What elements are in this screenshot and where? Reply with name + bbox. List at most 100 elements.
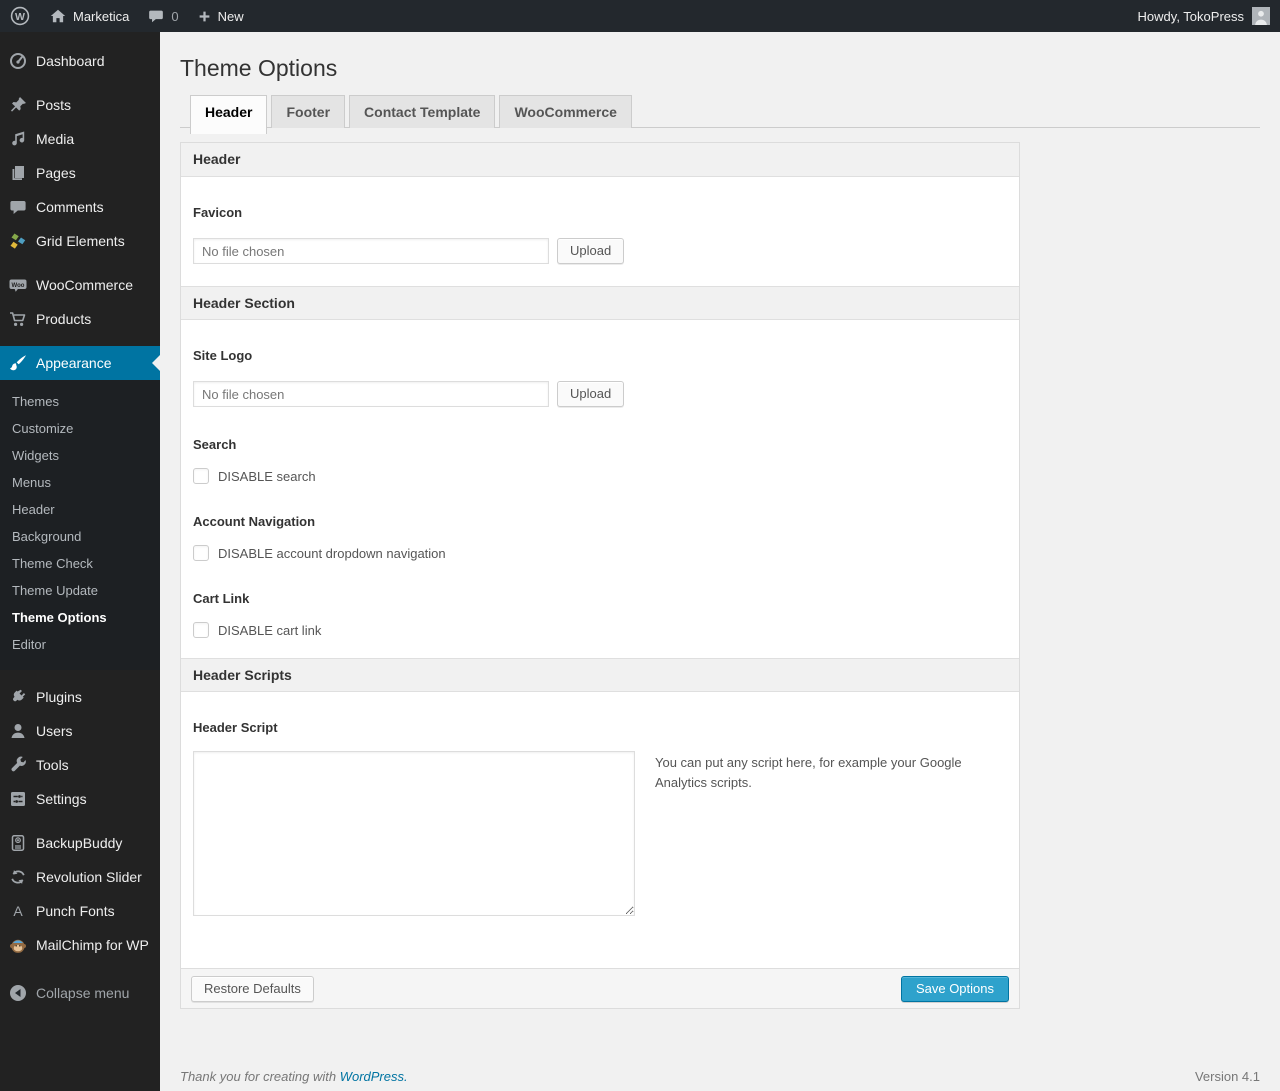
sidebar-item-label: Grid Elements <box>36 233 125 249</box>
sidebar-item-backupbuddy[interactable]: BackupBuddy <box>0 826 160 860</box>
account-menu[interactable]: Howdy, TokoPress <box>1138 7 1280 25</box>
avatar <box>1252 7 1270 25</box>
new-label: New <box>217 8 244 24</box>
submenu-item-customize[interactable]: Customize <box>0 415 160 442</box>
restore-defaults-button[interactable]: Restore Defaults <box>191 975 314 1002</box>
sidebar-item-label: Settings <box>36 791 87 807</box>
submenu-item-themes[interactable]: Themes <box>0 388 160 415</box>
sidebar-item-label: Pages <box>36 165 76 181</box>
sidebar-item-products[interactable]: Products <box>0 302 160 336</box>
sidebar-item-posts[interactable]: Posts <box>0 88 160 122</box>
tab-woocommerce[interactable]: WooCommerce <box>499 95 632 128</box>
header-script-row: You can put any script here, for example… <box>193 751 1007 916</box>
footer-thanks: Thank you for creating with WordPress. <box>180 1069 408 1084</box>
submenu-item-widgets[interactable]: Widgets <box>0 442 160 469</box>
admin-footer: Thank you for creating with WordPress. V… <box>180 1069 1260 1084</box>
svg-text:W: W <box>15 11 25 23</box>
sidebar-item-label: Products <box>36 311 92 327</box>
sidebar-item-media[interactable]: Media <box>0 122 160 156</box>
cart-icon <box>8 309 28 329</box>
refresh-icon <box>8 867 28 887</box>
new-menu[interactable]: New <box>188 0 253 32</box>
tab-header[interactable]: Header <box>190 95 268 134</box>
submenu-item-menus[interactable]: Menus <box>0 469 160 496</box>
sidebar-item-label: Users <box>36 723 73 739</box>
mailchimp-monkey-icon <box>8 935 28 955</box>
sidebar-item-appearance[interactable]: Appearance <box>0 346 160 380</box>
sidebar-item-label: Tools <box>36 757 69 773</box>
collapse-arrow-icon <box>8 983 28 1003</box>
backup-drive-icon <box>8 833 28 853</box>
submenu-item-theme-options[interactable]: Theme Options <box>0 604 160 631</box>
admin-sidebar: Dashboard Posts Media Pages Comments Gri… <box>0 32 160 1091</box>
sidebar-item-label: WooCommerce <box>36 277 133 293</box>
favicon-upload-button[interactable]: Upload <box>557 238 625 264</box>
sidebar-item-plugins[interactable]: Plugins <box>0 680 160 714</box>
admin-bar: W Marketica 0 New Howdy, TokoPress <box>0 0 1280 32</box>
sidebar-item-label: Appearance <box>36 355 112 371</box>
tab-footer[interactable]: Footer <box>271 95 346 128</box>
home-icon <box>49 7 67 25</box>
sidebar-item-tools[interactable]: Tools <box>0 748 160 782</box>
page-title: Theme Options <box>180 55 338 81</box>
appearance-submenu: Themes Customize Widgets Menus Header Ba… <box>0 380 160 670</box>
favicon-label: Favicon <box>193 205 243 220</box>
plug-icon <box>8 687 28 707</box>
sidebar-item-grid-elements[interactable]: Grid Elements <box>0 224 160 258</box>
panel-footer: Restore Defaults Save Options <box>181 968 1019 1008</box>
submenu-item-theme-update[interactable]: Theme Update <box>0 577 160 604</box>
collapse-menu-label: Collapse menu <box>36 985 130 1001</box>
sidebar-item-revolution-slider[interactable]: Revolution Slider <box>0 860 160 894</box>
sidebar-item-label: Dashboard <box>36 53 105 69</box>
user-icon <box>8 721 28 741</box>
header-script-label: Header Script <box>193 720 278 735</box>
cart-link-label: Cart Link <box>193 591 250 606</box>
disable-account-nav-checkbox[interactable] <box>193 545 209 561</box>
sidebar-item-label: Plugins <box>36 689 82 705</box>
wordpress-link[interactable]: WordPress. <box>340 1069 408 1084</box>
main-content: Theme Options Header Footer Contact Temp… <box>160 0 1280 1084</box>
header-script-textarea[interactable] <box>193 751 635 916</box>
submenu-item-header[interactable]: Header <box>0 496 160 523</box>
submenu-item-theme-check[interactable]: Theme Check <box>0 550 160 577</box>
favicon-file-input[interactable] <box>193 238 549 264</box>
plus-icon <box>197 9 212 24</box>
sidebar-item-mailchimp[interactable]: MailChimp for WP <box>0 928 160 962</box>
disable-search-checkbox[interactable] <box>193 468 209 484</box>
tab-bar: Header Footer Contact Template WooCommer… <box>180 95 1260 134</box>
theme-options-panel: Header Favicon Upload Header Section Sit… <box>180 142 1020 1009</box>
sidebar-item-label: Comments <box>36 199 104 215</box>
sidebar-item-comments[interactable]: Comments <box>0 190 160 224</box>
comments-icon <box>8 197 28 217</box>
svg-text:A: A <box>13 903 23 919</box>
account-navigation-checkbox-row: DISABLE account dropdown navigation <box>193 545 1007 561</box>
paintbrush-icon <box>8 353 28 373</box>
site-logo-label: Site Logo <box>193 348 253 363</box>
comments-menu[interactable]: 0 <box>138 0 187 32</box>
disable-search-label: DISABLE search <box>218 468 316 484</box>
howdy-text: Howdy, TokoPress <box>1137 8 1244 24</box>
disable-cart-link-checkbox[interactable] <box>193 622 209 638</box>
submenu-item-editor[interactable]: Editor <box>0 631 160 658</box>
tab-contact-template[interactable]: Contact Template <box>349 95 496 128</box>
site-logo-file-input[interactable] <box>193 381 549 407</box>
sidebar-item-users[interactable]: Users <box>0 714 160 748</box>
sidebar-item-settings[interactable]: Settings <box>0 782 160 816</box>
site-logo-upload-button[interactable]: Upload <box>557 381 625 407</box>
submenu-item-background[interactable]: Background <box>0 523 160 550</box>
favicon-row: Upload <box>193 238 1007 264</box>
save-options-button[interactable]: Save Options <box>900 975 1009 1002</box>
dashboard-icon <box>8 51 28 71</box>
sidebar-item-dashboard[interactable]: Dashboard <box>0 44 160 78</box>
pages-icon <box>8 163 28 183</box>
wp-logo-menu[interactable]: W <box>0 0 40 32</box>
sidebar-item-woocommerce[interactable]: Woo WooCommerce <box>0 268 160 302</box>
collapse-menu-button[interactable]: Collapse menu <box>0 976 160 1010</box>
search-label: Search <box>193 437 237 452</box>
account-navigation-label: Account Navigation <box>193 514 316 529</box>
sidebar-item-pages[interactable]: Pages <box>0 156 160 190</box>
site-name: Marketica <box>73 8 130 24</box>
sidebar-item-punch-fonts[interactable]: A Punch Fonts <box>0 894 160 928</box>
svg-text:Woo: Woo <box>12 283 25 289</box>
site-link[interactable]: Marketica <box>40 0 138 32</box>
